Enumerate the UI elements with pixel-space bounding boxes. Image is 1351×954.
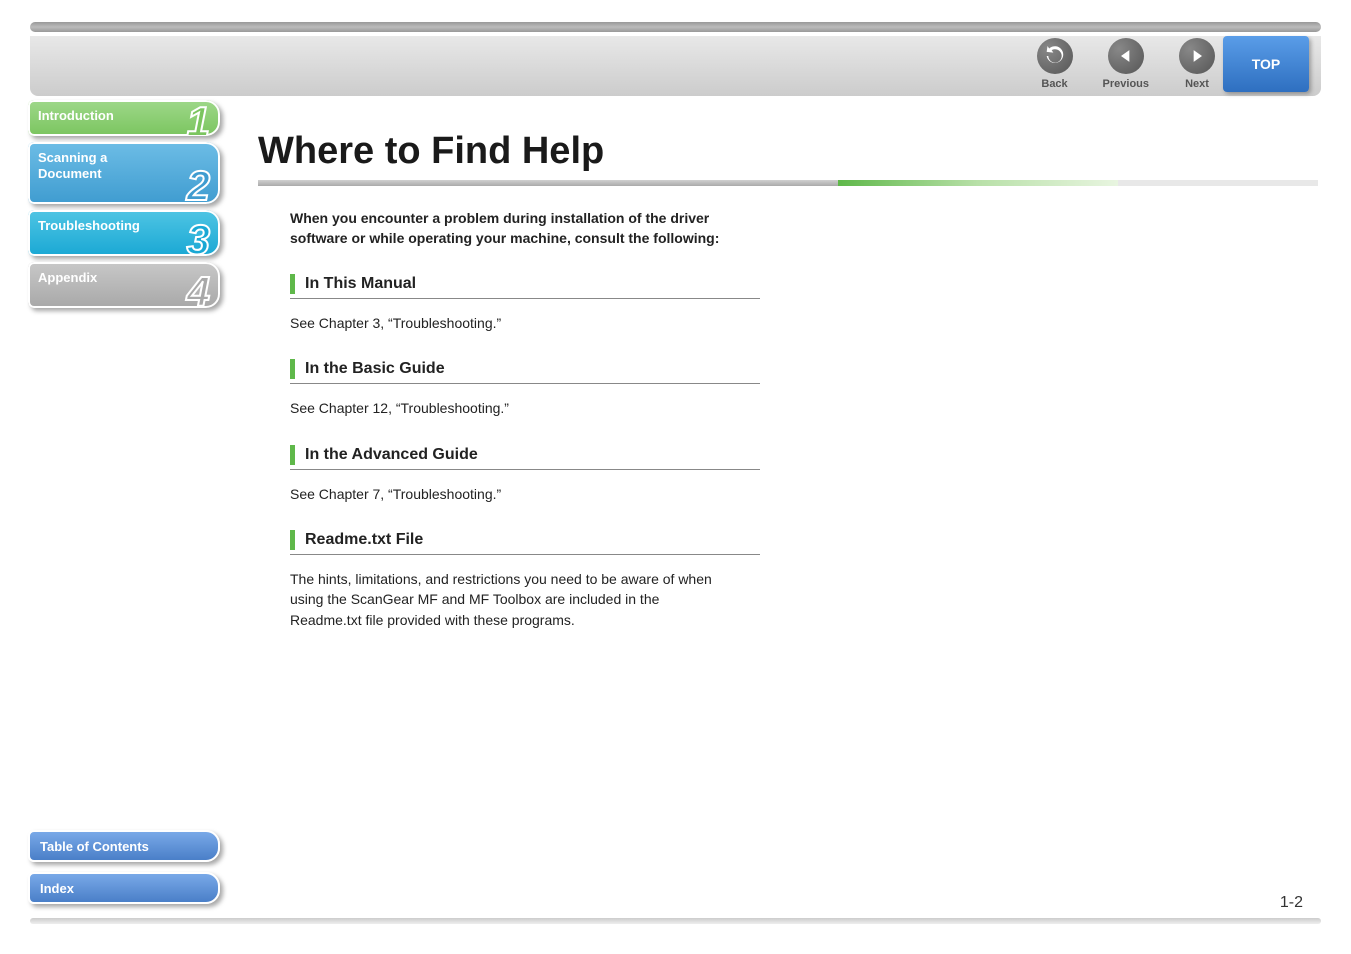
tab-scanning[interactable]: Scanning a Document 2 [28,142,220,204]
index-button[interactable]: Index [28,872,220,904]
section-title: In the Basic Guide [305,360,445,378]
bottom-buttons: Table of Contents Index [28,830,220,914]
tab-troubleshooting-label: Troubleshooting [38,218,220,234]
section-advanced-guide: In the Advanced Guide See Chapter 7, “Tr… [290,445,760,504]
section-readme: Readme.txt File The hints, limitations, … [290,530,760,630]
page-number: 1-2 [1280,894,1303,912]
top-button-label: TOP [1252,56,1281,72]
tab-introduction-label: Introduction [38,108,220,124]
nav-buttons: Back Previous Next [1037,38,1215,90]
section-title: Readme.txt File [305,531,423,549]
sidebar: Introduction 1 Scanning a Document 2 Tro… [28,100,220,314]
section-body: See Chapter 3, “Troubleshooting.” [290,313,720,333]
tab-introduction[interactable]: Introduction 1 [28,100,220,136]
section-in-this-manual: In This Manual See Chapter 3, “Troublesh… [290,274,760,333]
section-bar-icon [290,445,295,465]
intro-text: When you encounter a problem during inst… [290,209,740,248]
previous-button[interactable]: Previous [1103,38,1149,90]
tab-appendix[interactable]: Appendix 4 [28,262,220,308]
index-label: Index [40,881,74,896]
section-body: See Chapter 7, “Troubleshooting.” [290,484,720,504]
title-underline [258,180,1318,186]
tab-troubleshooting[interactable]: Troubleshooting 3 [28,210,220,256]
header-top-bar [30,22,1321,32]
previous-icon [1108,38,1144,74]
section-title: In This Manual [305,275,416,293]
next-button[interactable]: Next [1179,38,1215,90]
top-button[interactable]: TOP [1223,36,1309,92]
page-title: Where to Find Help [258,130,1308,173]
toc-label: Table of Contents [40,839,149,854]
back-label: Back [1041,78,1067,90]
previous-label: Previous [1103,78,1149,90]
toc-button[interactable]: Table of Contents [28,830,220,862]
section-title: In the Advanced Guide [305,446,478,464]
section-bar-icon [290,274,295,294]
next-label: Next [1185,78,1209,90]
section-basic-guide: In the Basic Guide See Chapter 12, “Trou… [290,359,760,418]
back-button[interactable]: Back [1037,38,1073,90]
tab-appendix-label: Appendix [38,270,220,286]
main-content: Where to Find Help When you encounter a … [258,130,1308,630]
section-bar-icon [290,359,295,379]
section-body: The hints, limitations, and restrictions… [290,569,720,630]
section-body: See Chapter 12, “Troubleshooting.” [290,398,720,418]
tab-scanning-label: Scanning a Document [38,150,220,181]
footer-line [30,918,1321,924]
section-bar-icon [290,530,295,550]
back-icon [1037,38,1073,74]
next-icon [1179,38,1215,74]
